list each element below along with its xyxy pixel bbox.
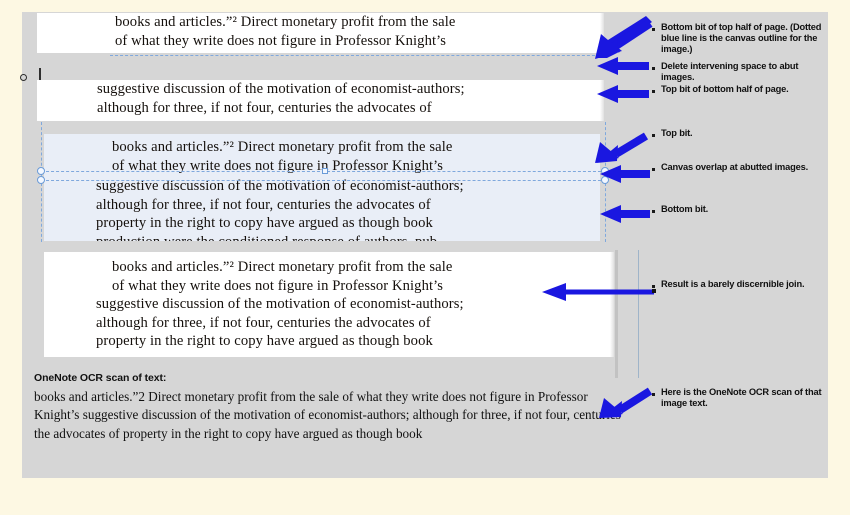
scan-line: suggestive discussion of the motivation … [96,296,464,312]
annotation-bullet-icon [652,90,655,93]
selection-handle-left-upper[interactable] [37,167,45,175]
scan-line: books and articles.”² Direct monetary pr… [112,259,453,275]
callout-arrow-diagonal-1 [592,16,654,60]
annotation-bullet-icon [652,168,655,171]
scan-line: property in the right to copy have argue… [96,215,433,231]
annotation-text: Here is the OneNote OCR scan of that ima… [661,387,822,409]
scan-line: of what they write does not figure in Pr… [112,277,444,294]
scan-line: suggestive discussion of the motivation … [96,179,464,194]
annotation-text: Top bit of bottom half of page. [661,84,789,94]
callout-arrow-diagonal-3 [598,387,654,419]
scan-line: although for three, if not four, centuri… [97,99,432,116]
list-bullet-marker [20,74,27,81]
scan-image-merged-result[interactable]: books and articles.”² Direct monetary pr… [44,252,614,357]
annotation-item: Result is a barely discernible join. [652,279,822,290]
scan-line: although for three, if not four, centuri… [96,196,431,213]
selection-handle-left-lower[interactable] [37,176,45,184]
canvas-outline-top [110,55,610,56]
annotation-text: Top bit. [661,128,693,138]
callout-arrow-long-horizontal [540,282,656,302]
annotation-bullet-icon [652,134,655,137]
scan-line: books and articles.”² Direct monetary pr… [115,14,456,30]
annotation-item: Delete intervening space to abut images. [652,61,832,83]
canvas-outline-overlap-lower [41,180,606,181]
annotation-item: Bottom bit of top half of page. (Dotted … [652,22,828,56]
annotation-text: Result is a barely discernible join. [661,279,805,289]
callout-arrow-horizontal-1 [595,57,651,75]
annotation-text: Bottom bit. [661,204,709,214]
scan-image-bottom-half[interactable]: suggestive discussion of the motivation … [37,80,604,121]
scan-line: of what they write does not figure in Pr… [115,32,447,49]
selection-handle-middle[interactable] [322,168,328,174]
document-panel: books and articles.”² Direct monetary pr… [20,12,828,478]
ocr-section-heading: OneNote OCR scan of text: [34,372,167,384]
callout-arrow-horizontal-3 [598,165,652,183]
scan-line: books and articles.”² Direct monetary pr… [112,139,453,155]
annotation-item: Canvas overlap at abutted images. [652,162,822,173]
page-guide-line-right [638,250,639,378]
annotation-item: Bottom bit. [652,204,822,215]
callout-arrow-horizontal-2 [595,85,651,103]
scan-line: property in the right to copy have argue… [96,333,433,349]
annotation-text: Canvas overlap at abutted images. [661,162,808,172]
annotation-text: Bottom bit of top half of page. (Dotted … [661,22,822,55]
callout-arrow-diagonal-2 [592,132,649,164]
scan-line: although for three, if not four, centuri… [96,314,431,331]
scan-edge-shadow [610,252,614,357]
scan-image-abutted-bottom[interactable]: suggestive discussion of the motivation … [44,179,600,241]
ocr-section-body: books and articles.”2 Direct monetary pr… [34,389,621,441]
annotation-bullet-icon [652,210,655,213]
page-guide-line-left [615,250,618,378]
annotation-item: Top bit of bottom half of page. [652,84,832,95]
annotation-bullet-icon [652,67,655,70]
screenshot-root: books and articles.”² Direct monetary pr… [0,0,850,515]
scan-line: suggestive discussion of the motivation … [97,81,465,97]
annotation-text: Delete intervening space to abut images. [661,61,799,83]
callout-arrow-horizontal-4 [598,205,652,223]
annotation-item: Here is the OneNote OCR scan of that ima… [652,387,828,409]
scan-line: production were the conditioned response… [44,233,600,242]
annotation-item: Top bit. [652,128,822,139]
scan-image-top-half[interactable]: books and articles.”² Direct monetary pr… [37,13,604,53]
